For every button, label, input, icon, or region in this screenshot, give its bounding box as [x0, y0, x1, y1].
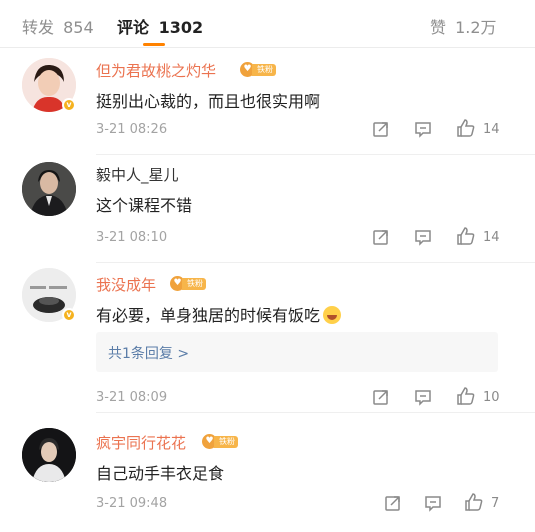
repost-icon[interactable] [372, 388, 390, 406]
fan-badge-label: 铁粉 [252, 63, 276, 76]
tab-comments-count: 1302 [158, 18, 204, 37]
repost-icon[interactable] [372, 120, 390, 138]
tab-likes-count: 1.2万 [455, 18, 497, 37]
comment-item: v 我没成年 ♥ 铁粉 有必要，单身独居的时候有饭吃 共1条回复 > 3-21 … [0, 264, 535, 414]
thumbs-up-icon[interactable] [456, 386, 476, 406]
avatar[interactable] [22, 428, 76, 482]
like-count: 7 [491, 496, 500, 511]
comment-divider [96, 262, 535, 263]
tab-comments[interactable]: 评论 1302 [117, 14, 203, 38]
comment-item: 疯宇同行花花 ♥ 铁粉 自己动手丰衣足食 3-21 09:48 7 [0, 414, 535, 532]
like-count: 14 [483, 230, 500, 245]
comment-divider [96, 154, 535, 155]
like-count: 14 [483, 122, 500, 137]
comment-text: 挺别出心裁的，而且也很实用啊 [96, 92, 321, 111]
thumbs-up-icon[interactable] [456, 226, 476, 246]
comment-icon[interactable] [414, 228, 432, 246]
tab-comments-label: 评论 [117, 18, 150, 37]
avatar[interactable] [22, 162, 76, 216]
active-tab-indicator [143, 43, 165, 46]
tab-repost-count: 854 [63, 18, 94, 37]
comment-time: 3-21 09:48 [96, 496, 168, 511]
comment-divider [96, 412, 535, 413]
comment-text-body: 有必要，单身独居的时候有饭吃 [96, 306, 321, 325]
repost-icon[interactable] [384, 494, 402, 512]
comment-item: v 但为君故桃之灼华 ♥ 铁粉 挺别出心裁的，而且也很实用啊 3-21 08:2… [0, 48, 535, 156]
comment-time: 3-21 08:09 [96, 390, 168, 405]
comment-text: 这个课程不错 [96, 196, 193, 215]
thumbs-up-icon[interactable] [456, 118, 476, 138]
fan-badge: ♥ 铁粉 [240, 62, 276, 77]
comment-icon[interactable] [414, 388, 432, 406]
comment-username[interactable]: 毅中人_星儿 [96, 164, 179, 185]
comment-username[interactable]: 我没成年 [96, 274, 156, 295]
tab-likes-label: 赞 [430, 18, 447, 37]
comment-text: 自己动手丰衣足食 [96, 464, 225, 483]
comment-icon[interactable] [414, 120, 432, 138]
like-count: 10 [483, 390, 500, 405]
laugh-cry-emoji-icon [323, 306, 342, 324]
comment-username[interactable]: 但为君故桃之灼华 [96, 60, 216, 81]
fan-badge: ♥ 铁粉 [170, 276, 206, 291]
comment-time: 3-21 08:10 [96, 230, 168, 245]
tab-repost[interactable]: 转发 854 [22, 14, 94, 38]
fan-badge-label: 铁粉 [214, 435, 238, 448]
fan-badge: ♥ 铁粉 [202, 434, 238, 449]
thumbs-up-icon[interactable] [464, 492, 484, 512]
verified-badge-icon: v [62, 308, 76, 322]
reply-summary-link[interactable]: 共1条回复 > [108, 343, 189, 363]
comment-item: 毅中人_星儿 这个课程不错 3-21 08:10 14 [0, 156, 535, 264]
fan-badge-label: 铁粉 [182, 277, 206, 290]
comment-icon[interactable] [424, 494, 442, 512]
repost-icon[interactable] [372, 228, 390, 246]
tab-likes[interactable]: 赞 1.2万 [430, 14, 497, 38]
tab-repost-label: 转发 [22, 18, 55, 37]
comment-time: 3-21 08:26 [96, 122, 168, 137]
comment-tab-bar: 转发 854 评论 1302 赞 1.2万 [0, 0, 535, 48]
reply-summary-box[interactable]: 共1条回复 > [96, 332, 498, 372]
verified-badge-icon: v [62, 98, 76, 112]
comment-username[interactable]: 疯宇同行花花 [96, 432, 186, 453]
comment-text: 有必要，单身独居的时候有饭吃 [96, 302, 342, 326]
